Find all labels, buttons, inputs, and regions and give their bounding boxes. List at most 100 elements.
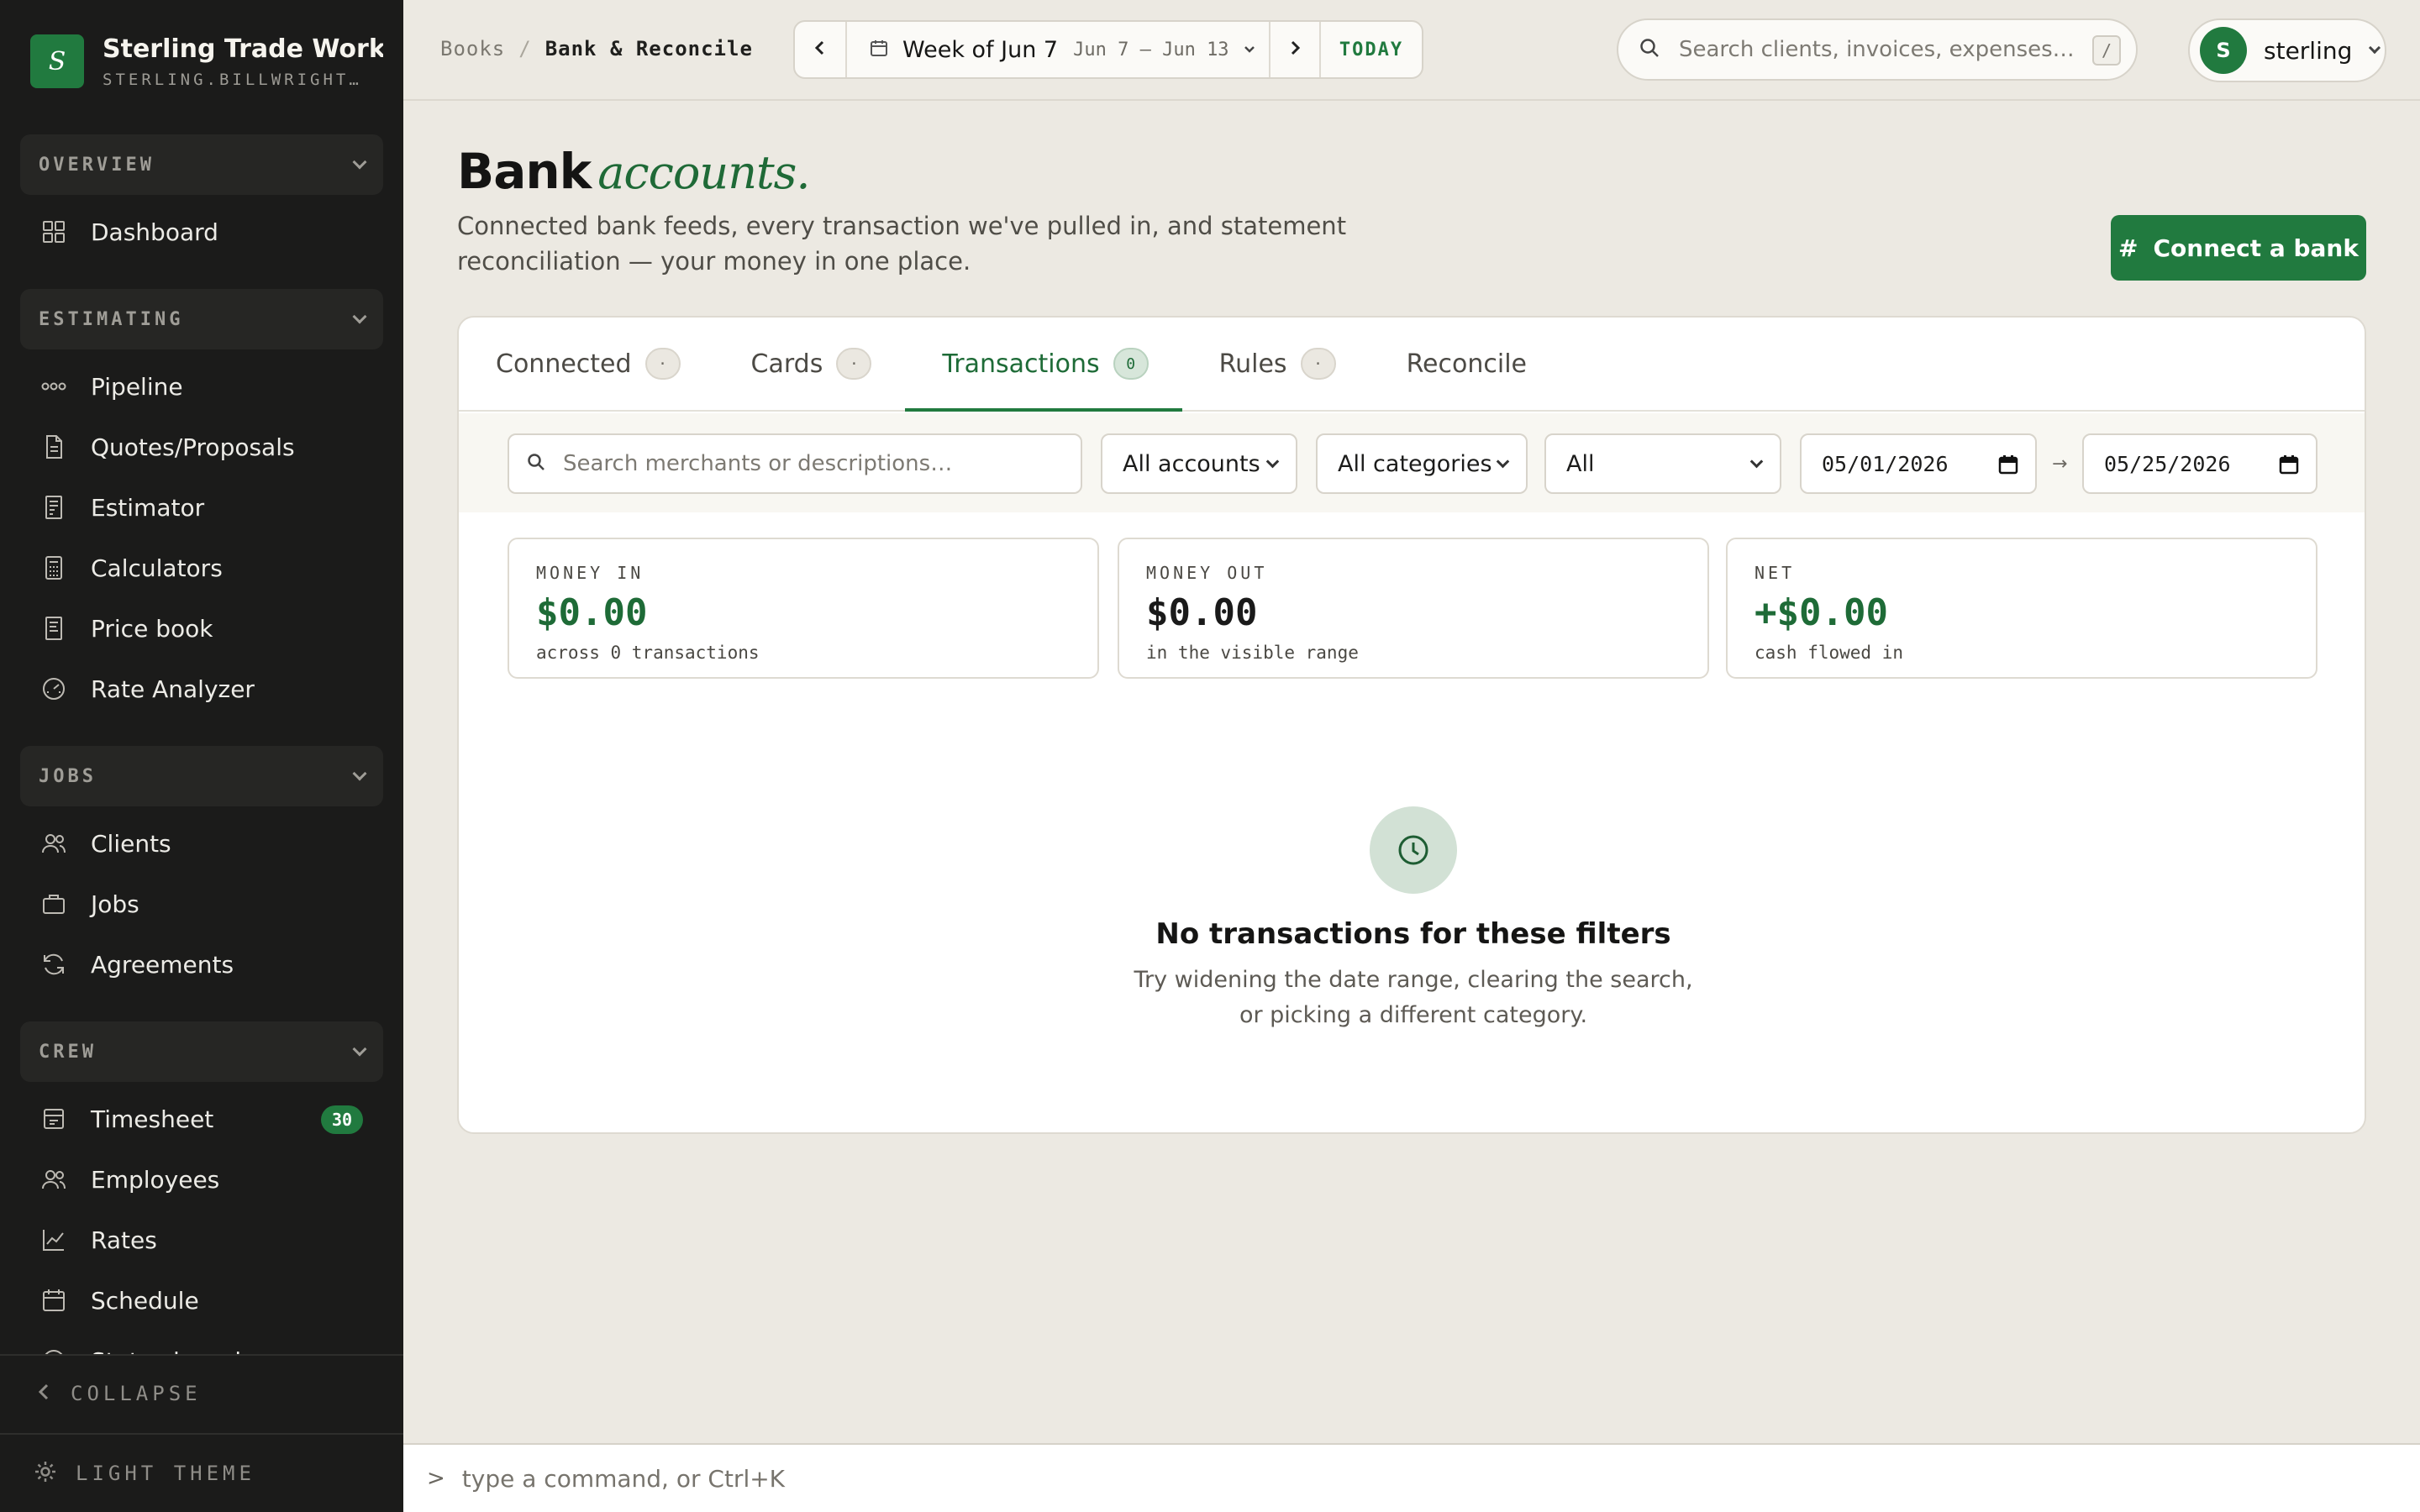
- sidebar-item-timesheet[interactable]: Timesheet 30: [20, 1089, 383, 1149]
- user-menu-button[interactable]: S sterling: [2188, 18, 2386, 82]
- sidebar-item-rates[interactable]: Rates: [20, 1210, 383, 1270]
- sidebar-nav: OVERVIEW Dashboard ESTIMATING Pipeline Q…: [20, 134, 383, 1391]
- sidebar-item-quotes-proposals[interactable]: Quotes/Proposals: [20, 417, 383, 477]
- timesheet-count-badge: 30: [321, 1105, 363, 1134]
- sidebar-item-rate-analyzer[interactable]: Rate Analyzer: [20, 659, 383, 719]
- calendar-icon: [869, 38, 889, 61]
- chevron-down-icon: [352, 309, 367, 324]
- date-from-input[interactable]: 05/01/2026: [1800, 433, 2037, 494]
- connect-bank-button[interactable]: # Connect a bank: [2111, 215, 2366, 281]
- price-book-icon: [40, 615, 67, 642]
- sidebar-item-pipeline[interactable]: Pipeline: [20, 356, 383, 417]
- tab-count: ·: [836, 348, 872, 380]
- money-in-value: $0.00: [536, 591, 648, 634]
- estimator-icon: [40, 494, 67, 521]
- brand-logo: S: [30, 34, 84, 88]
- clock-icon: [1370, 806, 1457, 894]
- chevron-right-icon: [1288, 38, 1302, 61]
- transaction-filters: Search merchants or descriptions… All ac…: [459, 413, 2365, 512]
- collapse-sidebar-button[interactable]: COLLAPSE: [0, 1354, 403, 1431]
- chevron-down-icon: [1749, 454, 1764, 469]
- empty-state-title: No transactions for these filters: [1155, 917, 1671, 951]
- command-placeholder: type a command, or Ctrl+K: [461, 1464, 786, 1493]
- tab-count: ·: [1300, 348, 1336, 380]
- tab-connected[interactable]: Connected ·: [496, 318, 751, 410]
- chevron-down-icon: [1496, 454, 1510, 469]
- money-out-value: $0.00: [1146, 591, 1258, 634]
- brand[interactable]: S Sterling Trade Works STERLING.BILLWRIG…: [30, 32, 383, 91]
- tab-cards[interactable]: Cards ·: [751, 318, 943, 410]
- grid-icon: [40, 218, 67, 245]
- topbar: Books / Bank & Reconcile Week of Jun 7 Jun…: [403, 0, 2420, 101]
- sidebar-item-dashboard[interactable]: Dashboard: [20, 202, 383, 262]
- tab-count: ·: [644, 348, 681, 380]
- briefcase-icon: [40, 890, 67, 917]
- chevron-down-icon: [1243, 42, 1256, 58]
- theme-toggle-button[interactable]: LIGHT THEME: [0, 1433, 403, 1512]
- timesheet-icon: [40, 1105, 67, 1132]
- command-prompt: >: [427, 1466, 445, 1491]
- account-filter-select[interactable]: All accounts: [1101, 433, 1297, 494]
- calculator-icon: [40, 554, 67, 581]
- sidebar-item-estimator[interactable]: Estimator: [20, 477, 383, 538]
- page-title-accent: accounts.: [597, 146, 810, 199]
- global-search-placeholder: Search clients, invoices, expenses…: [1679, 37, 2075, 62]
- hash-icon: #: [2118, 234, 2139, 262]
- tab-rules[interactable]: Rules ·: [1219, 318, 1407, 410]
- pipeline-icon: [40, 373, 67, 400]
- previous-week-button[interactable]: [795, 22, 847, 77]
- chevron-left-icon: [35, 1382, 52, 1405]
- nav-group-crew[interactable]: CREW: [20, 1021, 383, 1082]
- search-icon: [1639, 37, 1660, 62]
- sidebar: S Sterling Trade Works STERLING.BILLWRIG…: [0, 0, 403, 1512]
- nav-group-jobs[interactable]: JOBS: [20, 746, 383, 806]
- nav-group-estimating[interactable]: ESTIMATING: [20, 289, 383, 349]
- refresh-icon: [40, 951, 67, 978]
- chevron-down-icon: [1265, 454, 1280, 469]
- search-icon: [526, 452, 546, 475]
- sidebar-item-employees[interactable]: Employees: [20, 1149, 383, 1210]
- users-icon: [40, 1166, 67, 1193]
- today-button[interactable]: TODAY: [1321, 22, 1422, 77]
- tab-reconcile[interactable]: Reconcile: [1407, 318, 1597, 410]
- next-week-button[interactable]: [1269, 22, 1321, 77]
- chevron-down-icon: [352, 155, 367, 170]
- sidebar-item-price-book[interactable]: Price book: [20, 598, 383, 659]
- date-range-arrow: →: [2052, 454, 2068, 475]
- bank-panel: Connected · Cards · Transactions 0 Rules…: [457, 316, 2366, 1134]
- transaction-search-input[interactable]: Search merchants or descriptions…: [508, 433, 1082, 494]
- command-input[interactable]: > type a command, or Ctrl+K: [403, 1443, 2420, 1512]
- week-range: Jun 7 – Jun 13: [1073, 39, 1229, 60]
- chevron-left-icon: [813, 38, 827, 61]
- calendar-icon: [1998, 454, 2018, 480]
- nav-group-overview[interactable]: OVERVIEW: [20, 134, 383, 195]
- user-name: sterling: [2264, 36, 2353, 65]
- breadcrumb: Books / Bank & Reconcile: [440, 37, 753, 60]
- chart-line-icon: [40, 1226, 67, 1253]
- sidebar-item-jobs[interactable]: Jobs: [20, 874, 383, 934]
- sidebar-item-schedule[interactable]: Schedule: [20, 1270, 383, 1331]
- global-search-input[interactable]: Search clients, invoices, expenses… /: [1617, 18, 2138, 81]
- breadcrumb-root[interactable]: Books: [440, 37, 505, 60]
- sidebar-item-clients[interactable]: Clients: [20, 813, 383, 874]
- week-selector[interactable]: Week of Jun 7 Jun 7 – Jun 13: [847, 22, 1269, 77]
- brand-name: Sterling Trade Works: [103, 34, 383, 64]
- sidebar-item-calculators[interactable]: Calculators: [20, 538, 383, 598]
- net-stat: NET +$0.00 cash flowed in: [1726, 538, 2317, 679]
- week-title: Week of Jun 7: [902, 36, 1059, 63]
- avatar: S: [2200, 27, 2247, 74]
- date-to-input[interactable]: 05/25/2026: [2082, 433, 2317, 494]
- page-description: Connected bank feeds, every transaction …: [457, 212, 1347, 276]
- tab-transactions[interactable]: Transactions 0: [905, 318, 1218, 412]
- chevron-down-icon: [2369, 41, 2381, 55]
- category-filter-select[interactable]: All categories: [1316, 433, 1528, 494]
- bank-tabs: Connected · Cards · Transactions 0 Rules…: [459, 318, 2365, 412]
- sidebar-item-agreements[interactable]: Agreements: [20, 934, 383, 995]
- empty-state-description: Try widening the date range, clearing th…: [1134, 967, 1693, 1028]
- document-icon: [40, 433, 67, 460]
- status-filter-select[interactable]: All: [1544, 433, 1781, 494]
- page-title: Bank accounts.: [457, 143, 811, 200]
- breadcrumb-current: Bank & Reconcile: [544, 37, 753, 60]
- calendar-icon: [40, 1287, 67, 1314]
- search-shortcut-key: /: [2092, 35, 2121, 66]
